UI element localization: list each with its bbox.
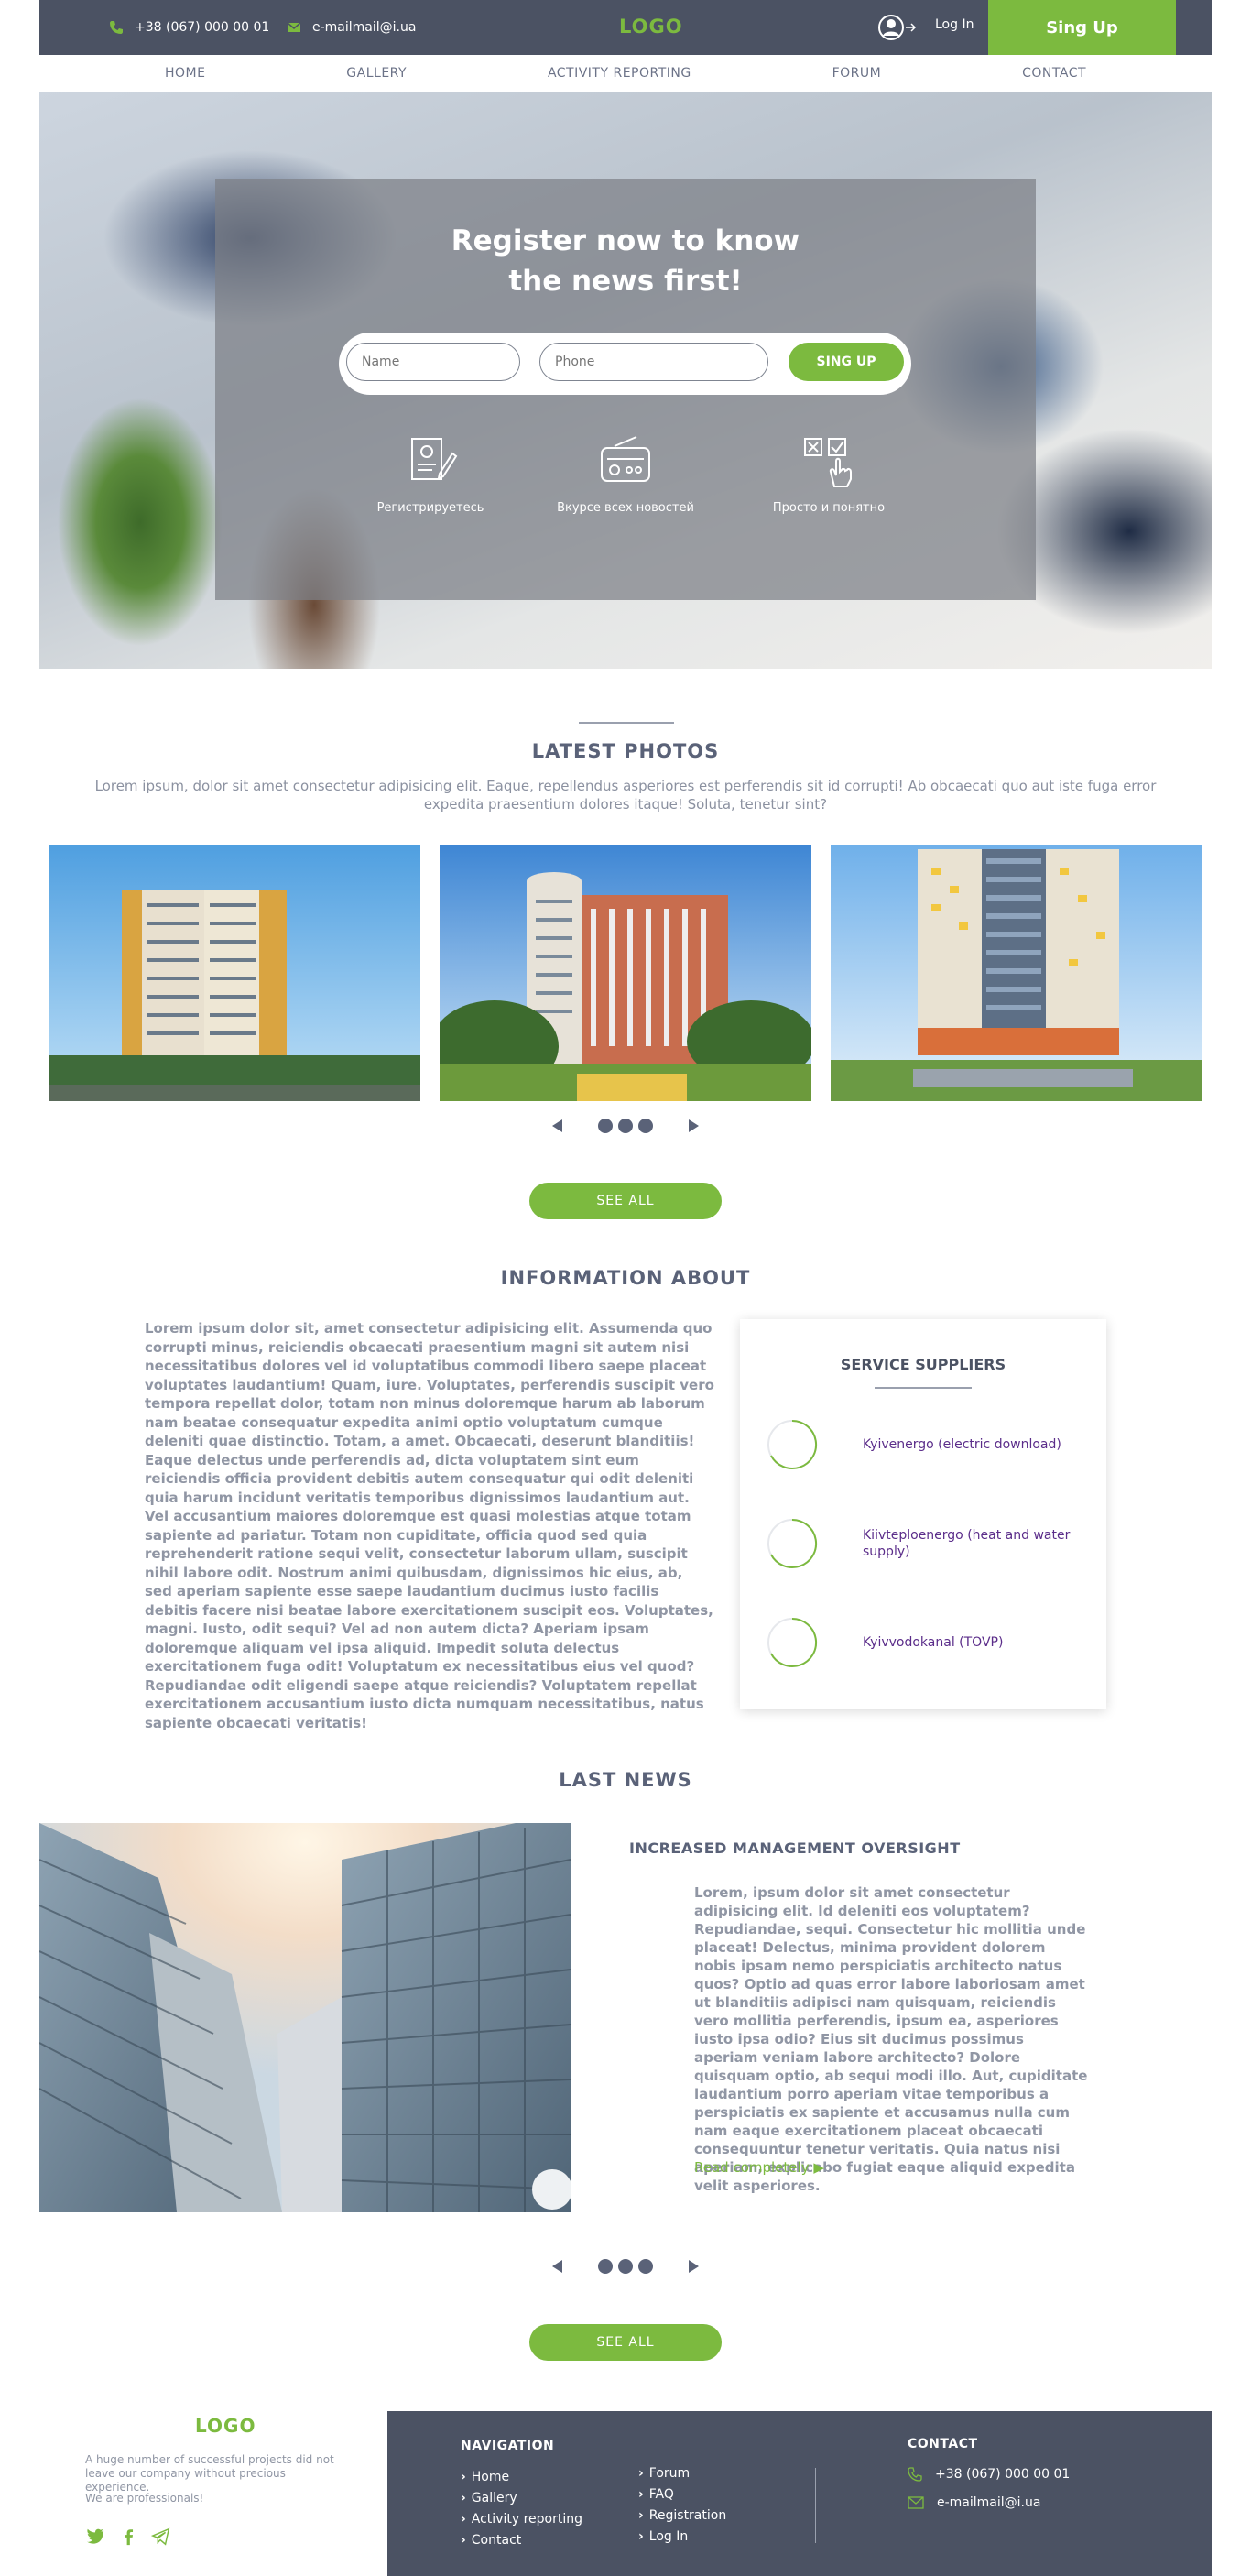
nav-activity-reporting[interactable]: ACTIVITY REPORTING [548,66,691,81]
photos-next-arrow[interactable] [689,1119,699,1132]
top-bar: +38 (067) 000 00 01 e-mailmail@i.ua LOGO… [39,0,1212,55]
photo-2[interactable] [440,845,811,1101]
register-submit-button[interactable]: SING UP [789,343,904,381]
signup-button[interactable]: Sing Up [988,0,1176,55]
footer-logo[interactable]: LOGO [195,2415,256,2437]
photos-dot-1[interactable] [598,1119,613,1133]
facebook-icon[interactable] [118,2527,138,2547]
register-form: SING UP [339,333,911,395]
footer-email-text: e-mailmail@i.ua [937,2495,1041,2510]
radio-icon [601,436,650,482]
hero-section: Register now to know the news first! SIN… [39,92,1212,669]
mail-icon [287,22,301,32]
user-icon[interactable] [878,13,919,42]
telegram-icon[interactable] [151,2527,171,2547]
photos-prev-arrow[interactable] [552,1119,562,1132]
nav-gallery[interactable]: GALLERY [346,66,407,81]
news-see-all-button[interactable]: SEE ALL [529,2324,722,2361]
footer-email[interactable]: e-mailmail@i.ua [908,2495,1040,2510]
news-prev-arrow[interactable] [552,2260,562,2273]
header-phone-text: +38 (067) 000 00 01 [135,20,270,35]
register-panel: Register now to know the news first! SIN… [215,179,1036,600]
footer-link-activity-reporting[interactable]: Activity reporting [461,2512,582,2527]
service-suppliers-card: SERVICE SUPPLIERS Kyivenergo (electric d… [740,1319,1106,1709]
footer-link-registration[interactable]: Registration [638,2508,726,2523]
feature-news: Вкурсе всех новостей [525,433,726,515]
photos-lead: Lorem ipsum, dolor sit amet consectetur … [94,778,1157,813]
supplier-item-1[interactable]: Kyivenergo (electric download) [766,1418,1086,1473]
photos-title-rule [579,722,674,724]
header-email-text: e-mailmail@i.ua [312,20,417,35]
main-nav: HOME GALLERY ACTIVITY REPORTING FORUM CO… [39,55,1212,92]
footer-link-gallery[interactable]: Gallery [461,2491,517,2505]
register-title: Register now to know the news first! [215,221,1036,301]
progress-ring-icon [767,1518,818,1568]
service-suppliers-rule [875,1387,972,1389]
nav-home[interactable]: HOME [165,66,205,81]
register-title-line-2: the news first! [508,265,743,298]
footer-divider [815,2468,816,2543]
mail-icon [908,2496,924,2509]
service-suppliers-title: SERVICE SUPPLIERS [840,1356,1006,1373]
header-logo[interactable]: LOGO [619,16,683,38]
supplier-link-2[interactable]: Kiivteploenergo (heat and water supply) [863,1527,1082,1560]
footer-panel: NAVIGATION Home Gallery Activity reporti… [387,2411,1212,2576]
info-text: Lorem ipsum dolor sit, amet consectetur … [145,1320,714,1731]
nav-contact[interactable]: CONTACT [1022,66,1086,81]
read-more-link[interactable]: Read completely ▶ [694,2159,824,2176]
photos-dot-3[interactable] [638,1119,653,1133]
news-dot-2[interactable] [618,2259,633,2274]
footer-contact-title: CONTACT [908,2437,978,2451]
phone-icon [908,2467,922,2482]
feature-simple-label: Просто и понятно [772,501,886,515]
header-email[interactable]: e-mailmail@i.ua [287,20,416,35]
footer-phone-text: +38 (067) 000 00 01 [935,2467,1071,2482]
news-dot-3[interactable] [638,2259,653,2274]
register-title-line-1: Register now to know [451,224,800,257]
footer-link-faq[interactable]: FAQ [638,2487,674,2502]
footer-pro: We are professionals! [85,2492,204,2505]
supplier-link-3[interactable]: Kyivvodokanal (TOVP) [863,1634,1082,1651]
feature-simple: Просто и понятно [728,433,930,515]
news-next-arrow[interactable] [689,2260,699,2273]
news-text: Lorem, ipsum dolor sit amet consectetur … [694,1884,1088,2194]
phone-input[interactable] [539,343,768,381]
photos-dot-2[interactable] [618,1119,633,1133]
footer-nav-title: NAVIGATION [461,2439,555,2453]
news-dot-1[interactable] [598,2259,613,2274]
footer-link-contact[interactable]: Contact [461,2533,521,2548]
name-input[interactable] [346,343,520,381]
photo-3[interactable] [831,845,1202,1101]
news-headline: INCREASED MANAGEMENT OVERSIGHT [629,1839,961,1857]
footer-about: LOGO A huge number of successful project… [39,2409,387,2576]
feature-news-label: Вкурсе всех новостей [557,501,694,515]
supplier-link-1[interactable]: Kyivenergo (electric download) [863,1436,1082,1453]
photos-title: LATEST PHOTOS [531,740,720,762]
feature-register: Регистрируетесь [330,433,531,515]
photo-1[interactable] [49,845,420,1101]
checklist-icon [804,438,852,487]
footer-link-home[interactable]: Home [461,2470,509,2484]
nav-forum[interactable]: FORUM [832,66,882,81]
form-icon [411,438,458,480]
phone-icon [110,21,123,34]
feature-register-label: Регистрируетесь [376,501,484,515]
info-title: INFORMATION ABOUT [500,1267,751,1289]
progress-ring-icon [767,1617,818,1667]
supplier-item-3[interactable]: Kyivvodokanal (TOVP) [766,1616,1086,1671]
footer-link-forum[interactable]: Forum [638,2466,690,2481]
progress-ring-icon [767,1419,818,1469]
login-link[interactable]: Log In [935,17,974,32]
footer-link-login[interactable]: Log In [638,2529,688,2544]
footer-phone[interactable]: +38 (067) 000 00 01 [908,2467,1070,2482]
footer-tagline: A huge number of successful projects did… [85,2453,334,2494]
supplier-item-2[interactable]: Kiivteploenergo (heat and water supply) [766,1517,1086,1572]
photos-see-all-button[interactable]: SEE ALL [529,1183,722,1219]
twitter-icon[interactable] [85,2527,105,2547]
news-title: LAST NEWS [559,1769,692,1791]
header-phone[interactable]: +38 (067) 000 00 01 [109,20,269,35]
photos-pager [552,1117,699,1139]
news-pager [552,2257,699,2279]
news-image[interactable] [39,1823,571,2212]
